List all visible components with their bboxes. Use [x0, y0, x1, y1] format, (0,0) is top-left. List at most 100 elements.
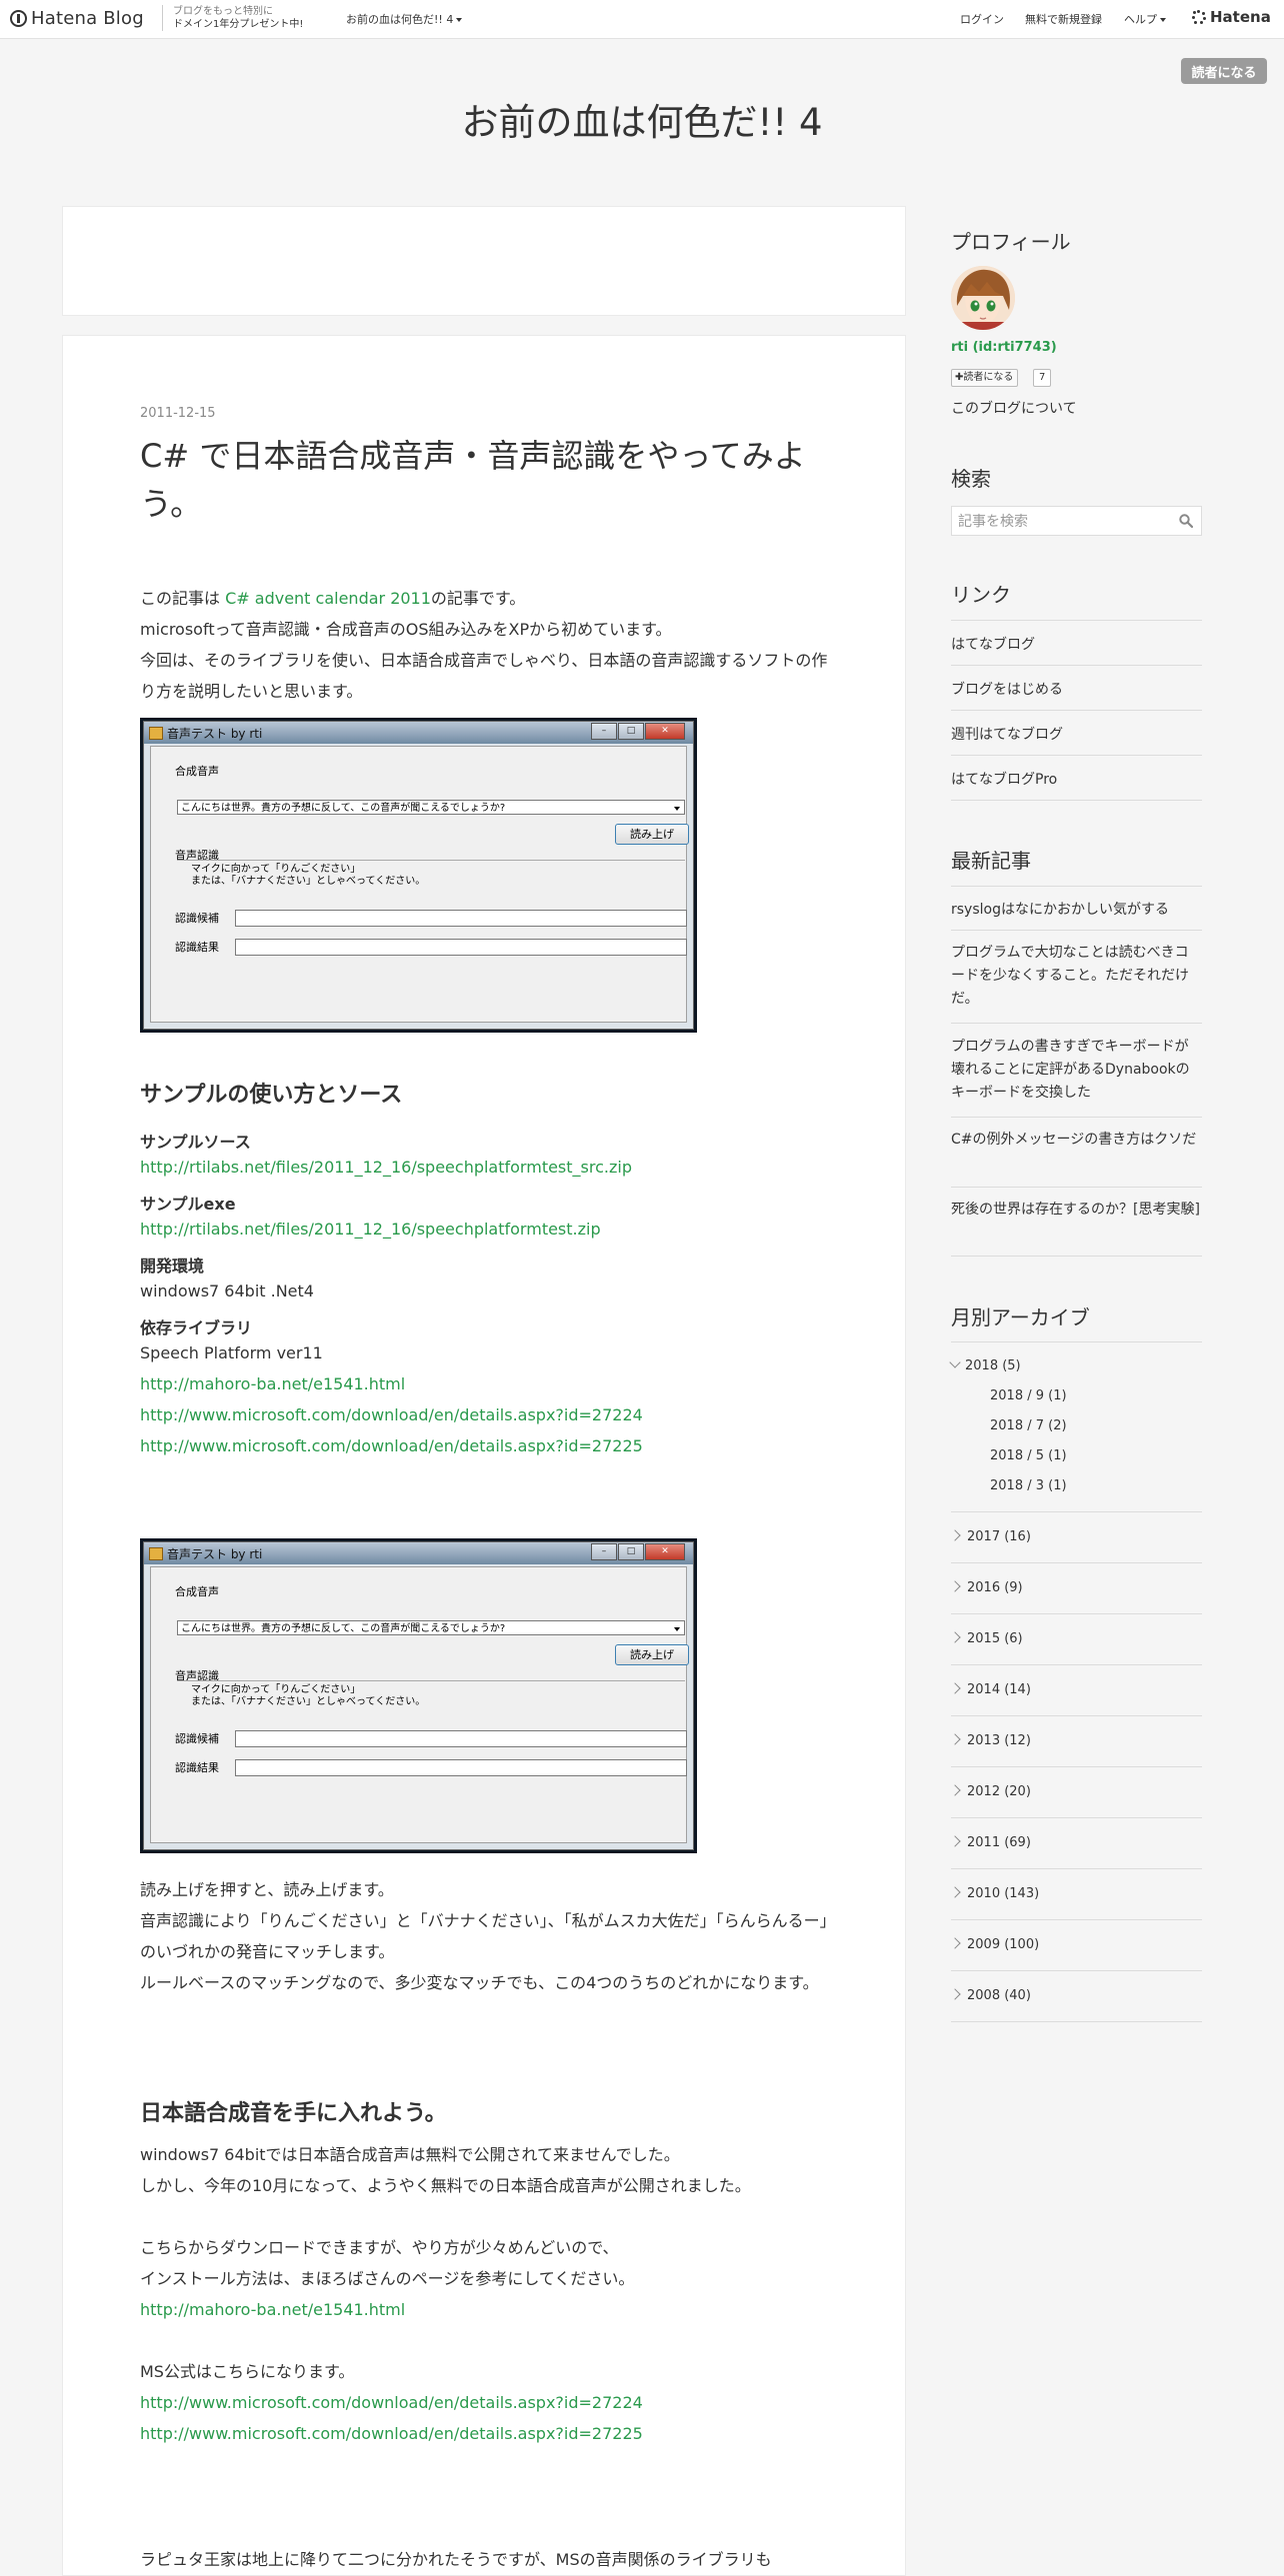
archive-year-2015[interactable]: 2015 (6) [949, 1631, 1023, 1646]
recent-entry-link[interactable]: 死後の世界は存在するのか？[思考実験] [951, 1199, 1202, 1222]
chevron-down-icon [1160, 18, 1166, 22]
blog-title[interactable]: お前の血は何色だ!! 4 [0, 92, 1284, 146]
advent-calendar-link[interactable]: C# advent calendar 2011 [225, 589, 431, 608]
archive-year-2010[interactable]: 2010 (143) [949, 1886, 1039, 1901]
archive-year-2018[interactable]: 2018 (5) [949, 1356, 1021, 1373]
entry-article: 2011-12-15 C# で日本語合成音声・音声認識をやってみよう。 この記事… [62, 335, 906, 2576]
ms-official-link-27225[interactable]: http://www.microsoft.com/download/en/det… [140, 2424, 643, 2443]
archive-year-2016[interactable]: 2016 (9) [949, 1580, 1023, 1595]
hatena-blog-logo-text: Hatena Blog [31, 8, 144, 29]
archive-year-label: 2013 (12) [967, 1733, 1031, 1748]
archive-year-label: 2015 (6) [967, 1631, 1023, 1646]
chevron-right-icon [949, 1937, 961, 1949]
window-body: 合成音声 こんにちは世界。貴方の予想に反して、この音声が聞こえるでしょうか? 読… [150, 746, 689, 1023]
sidebar-link-pro[interactable]: はてなブログPro [951, 769, 1057, 789]
blog-dropdown[interactable]: お前の血は何色だ!! 4 [346, 11, 463, 27]
intro-suffix: の記事です。 [430, 589, 526, 608]
domain-promo[interactable]: ブログをもっと特別に ドメイン1年分プレゼント中! [162, 5, 303, 31]
recent-entries-heading: 最新記事 [951, 849, 1031, 873]
candidate-field [235, 1730, 687, 1747]
archive-year-2013[interactable]: 2013 (12) [949, 1733, 1031, 1748]
chevron-down-icon [456, 18, 463, 22]
archive-year-2017[interactable]: 2017 (16) [949, 1529, 1031, 1544]
search-box [951, 506, 1202, 537]
sr-hint-box: マイクに向かって「りんごください」 または、「バナナください」としゃべってくださ… [177, 860, 685, 902]
archive-year-label: 2008 (40) [967, 1988, 1031, 2003]
archive-month-link[interactable]: 2018 / 9 (1) [990, 1388, 1067, 1403]
recent-entry-link[interactable]: rsyslogはなにかおかしい気がする [951, 899, 1169, 919]
section-heading-voice: 日本語合成音を手に入れよう。 [140, 2101, 447, 2126]
archive-year-2008[interactable]: 2008 (40) [949, 1988, 1031, 2003]
tts-section-label: 合成音声 [175, 765, 219, 778]
tts-combo-text: こんにちは世界。貴方の予想に反して、この音声が聞こえるでしょうか? [181, 803, 506, 814]
archive-year-2009[interactable]: 2009 (100) [949, 1937, 1039, 1952]
sidebar-link-weekly[interactable]: 週刊はてなブログ [951, 724, 1063, 744]
sr-hint-box: マイクに向かって「りんごください」 または、「バナナください」としゃべってくださ… [177, 1680, 685, 1722]
usage-paragraph: 読み上げを押すと、読み上げます。 音声認識により「りんごください」と「バナナくだ… [140, 1874, 830, 1998]
links-heading: リンク [951, 583, 1011, 607]
chevron-right-icon [949, 1733, 961, 1745]
chevron-right-icon [949, 1682, 961, 1694]
minimize-icon: – [591, 723, 617, 740]
search-input[interactable] [952, 507, 1180, 537]
sidebar-link-hatenablog[interactable]: はてなブログ [951, 634, 1035, 654]
dependency-link-ms-27225[interactable]: http://www.microsoft.com/download/en/det… [140, 1430, 643, 1461]
result-field [235, 1759, 687, 1776]
signup-link[interactable]: 無料で新規登録 [1025, 11, 1102, 27]
window-titlebar: 音声テスト by rti – □ ✕ [144, 722, 693, 744]
login-link[interactable]: ログイン [960, 11, 1004, 27]
profile-avatar[interactable] [951, 266, 1015, 330]
global-header: Hatena Blog ブログをもっと特別に ドメイン1年分プレゼント中! お前… [0, 0, 1284, 39]
ms-official-link-27224[interactable]: http://www.microsoft.com/download/en/det… [140, 2393, 643, 2412]
app-window: 音声テスト by rti – □ ✕ 合成音声 こんにちは世界。貴方の予想に反し… [143, 721, 694, 1030]
sidebar-link-start-blog[interactable]: ブログをはじめる [951, 679, 1063, 699]
entry-date[interactable]: 2011-12-15 [140, 406, 216, 421]
archive-month-link[interactable]: 2018 / 3 (1) [990, 1478, 1067, 1493]
intro-paragraph: この記事は C# advent calendar 2011の記事です。 micr… [140, 583, 830, 707]
close-icon: ✕ [645, 723, 685, 740]
archive-year-2011[interactable]: 2011 (69) [949, 1835, 1031, 1850]
recent-entry-link[interactable]: プログラムの書きすぎでキーボードが壊れることに定評があるDynabookのキーボ… [951, 1036, 1202, 1105]
archive-year-2014[interactable]: 2014 (14) [949, 1682, 1031, 1697]
archive-month-link[interactable]: 2018 / 7 (2) [990, 1418, 1067, 1433]
profile-heading: プロフィール [951, 230, 1071, 254]
recent-entry-link[interactable]: C#の例外メッセージの書き方はクソだ [951, 1129, 1202, 1152]
archive-year-label: 2014 (14) [967, 1682, 1031, 1697]
archive-year-label: 2018 (5) [965, 1358, 1021, 1373]
window-body: 合成音声 こんにちは世界。貴方の予想に反して、この音声が聞こえるでしょうか? 読… [150, 1566, 689, 1843]
tts-section-label: 合成音声 [175, 1585, 219, 1598]
voice-line1: windows7 64bitでは日本語合成音声は無料で公開されて来ませんでした。 [140, 2145, 680, 2164]
sr-hint-line1: マイクに向かって「りんごください」 [191, 864, 361, 875]
sample-source-link[interactable]: http://rtilabs.net/files/2011_12_16/spee… [140, 1152, 632, 1183]
avatar-image [951, 266, 1015, 330]
chevron-right-icon [949, 1835, 961, 1847]
archive-year-2012[interactable]: 2012 (20) [949, 1784, 1031, 1799]
recent-entry-link[interactable]: プログラムで大切なことは読むべきコードを少なくすること。ただそれだけだ。 [951, 942, 1202, 1011]
install-guide-link[interactable]: http://mahoro-ba.net/e1541.html [140, 2300, 405, 2319]
archive-year-label: 2016 (9) [967, 1580, 1023, 1595]
search-icon[interactable] [1179, 514, 1193, 528]
about-blog-link[interactable]: このブログについて [951, 398, 1077, 418]
sample-exe-link[interactable]: http://rtilabs.net/files/2011_12_16/spee… [140, 1214, 601, 1245]
tts-text-combo: こんにちは世界。貴方の予想に反して、この音声が聞こえるでしょうか? [177, 1620, 685, 1635]
entry-title[interactable]: C# で日本語合成音声・音声認識をやってみよう。 [140, 432, 830, 528]
app-screenshot-2: 音声テスト by rti – □ ✕ 合成音声 こんにちは世界。貴方の予想に反し… [140, 1538, 697, 1853]
archive-month-link[interactable]: 2018 / 5 (1) [990, 1448, 1067, 1463]
reader-count-badge[interactable]: 7 [1033, 369, 1052, 387]
dependency-link-ms-27224[interactable]: http://www.microsoft.com/download/en/det… [140, 1399, 643, 1430]
laputa-paragraph: ラピュタ王家は地上に降りて二つに分かれたそうですが、MSの音声関係のライブラリも [140, 2550, 772, 2569]
window-title: 音声テスト by rti [167, 1547, 263, 1561]
sample-exe-label: サンプルexe [140, 1195, 236, 1214]
profile-name-link[interactable]: rti (id:rti7743) [951, 340, 1057, 355]
archive-year-label: 2011 (69) [967, 1835, 1031, 1850]
dependency-link-mahoroba[interactable]: http://mahoro-ba.net/e1541.html [140, 1368, 405, 1399]
maximize-icon: □ [618, 1543, 644, 1560]
hatena-blog-logo[interactable]: Hatena Blog [10, 8, 144, 29]
sidebar-subscribe-button[interactable]: ✚読者になる [951, 369, 1019, 387]
help-label: ヘルプ [1124, 13, 1157, 26]
sidebar-subscribe-label: 読者になる [963, 372, 1014, 383]
chevron-right-icon [949, 1784, 961, 1796]
hatena-menu[interactable]: Hatena [1192, 8, 1271, 26]
help-dropdown[interactable]: ヘルプ [1124, 11, 1166, 27]
subscribe-button[interactable]: 読者になる [1181, 58, 1267, 84]
